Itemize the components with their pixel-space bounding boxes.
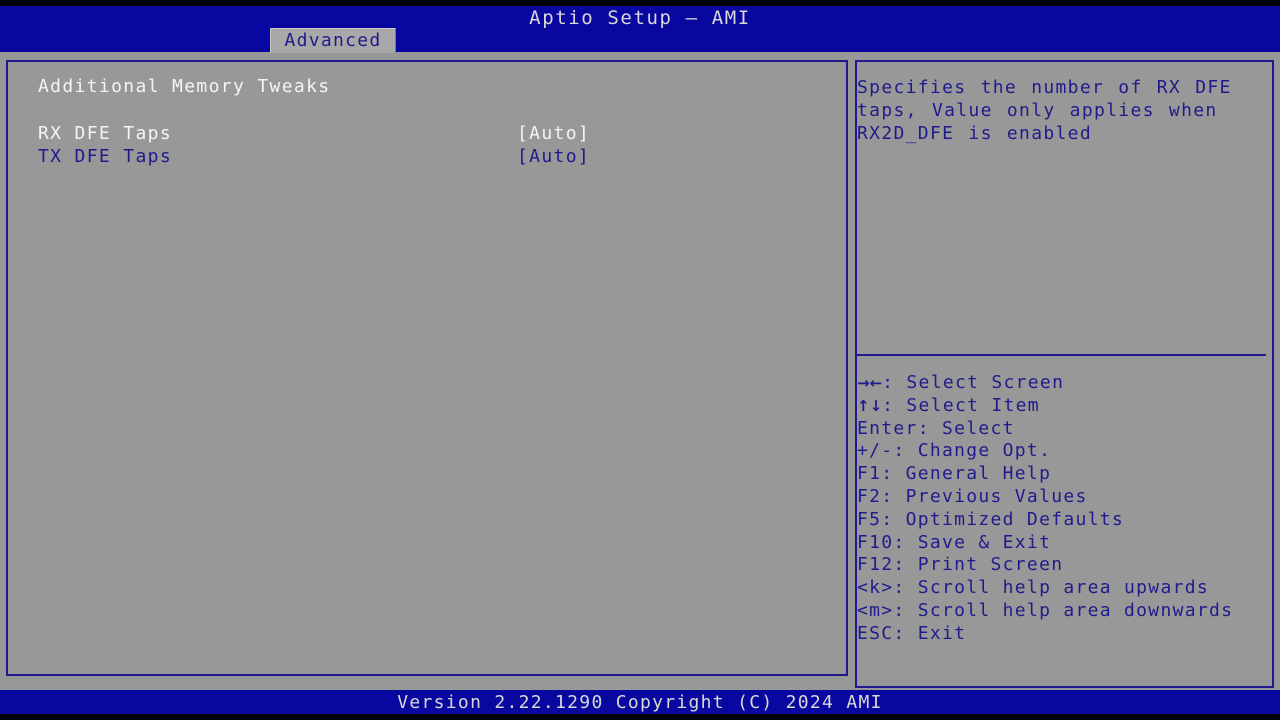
key-name: F1	[857, 463, 881, 484]
settings-option-list: RX DFE Taps [Auto] TX DFE Taps [Auto]	[38, 122, 828, 168]
bios-setup-screen: Aptio Setup – AMI Advanced Additional Me…	[0, 0, 1280, 720]
key-legend-row: Enter: Select	[857, 418, 1266, 441]
key-name: ESC	[857, 623, 893, 644]
page-title: Additional Memory Tweaks	[38, 76, 331, 98]
key-separator: :	[893, 577, 917, 598]
key-separator: :	[881, 486, 905, 507]
key-name: F2	[857, 486, 881, 507]
setting-row[interactable]: RX DFE Taps [Auto]	[38, 122, 828, 145]
key-separator: :	[882, 395, 906, 416]
key-name: Enter	[857, 418, 918, 439]
key-action-label: Scroll help area downwards	[918, 600, 1234, 621]
key-action-label: Change Opt.	[918, 440, 1052, 461]
key-action-label: Exit	[918, 623, 967, 644]
key-name: F12	[857, 554, 893, 575]
key-separator: :	[893, 532, 917, 553]
key-action-label: General Help	[906, 463, 1052, 484]
arrow-vertical-icon: ↑↓	[857, 397, 882, 415]
help-description: Specifies the number of RX DFE taps, Val…	[857, 76, 1257, 145]
key-legend-row: F2: Previous Values	[857, 486, 1266, 509]
key-action-label: Scroll help area upwards	[918, 577, 1209, 598]
setting-label: RX DFE Taps	[38, 122, 172, 145]
key-action-label: Select	[942, 418, 1015, 439]
key-legend-row: +/-: Change Opt.	[857, 440, 1266, 463]
key-legend-row: F12: Print Screen	[857, 554, 1266, 577]
key-name: <m>	[857, 600, 893, 621]
key-legend-row: <m>: Scroll help area downwards	[857, 600, 1266, 623]
key-separator: :	[893, 600, 917, 621]
key-separator: :	[882, 372, 906, 393]
help-panel: Specifies the number of RX DFE taps, Val…	[855, 60, 1274, 688]
key-legend-row: ESC: Exit	[857, 623, 1266, 646]
setting-value[interactable]: [Auto]	[517, 122, 590, 145]
version-footer: Version 2.22.1290 Copyright (C) 2024 AMI	[0, 690, 1280, 714]
key-legend-row: F1: General Help	[857, 463, 1266, 486]
key-name: +/-	[857, 440, 893, 461]
key-name: F5	[857, 509, 881, 530]
app-title: Aptio Setup – AMI	[0, 7, 1280, 29]
key-legend-row: F5: Optimized Defaults	[857, 509, 1266, 532]
tab-advanced-label: Advanced	[271, 29, 395, 53]
key-action-label: Optimized Defaults	[906, 509, 1124, 530]
key-separator: :	[893, 623, 917, 644]
setting-label: TX DFE Taps	[38, 145, 172, 168]
key-legend-row: →←: Select Screen	[857, 372, 1266, 395]
key-name: <k>	[857, 577, 893, 598]
key-separator: :	[881, 463, 905, 484]
key-action-label: Select Screen	[906, 372, 1064, 393]
key-separator: :	[893, 554, 917, 575]
key-legend-list: →←: Select Screen↑↓: Select ItemEnter: S…	[857, 372, 1266, 646]
key-action-label: Select Item	[906, 395, 1040, 416]
help-divider	[857, 354, 1266, 356]
key-name: F10	[857, 532, 893, 553]
key-separator: :	[893, 440, 917, 461]
key-legend-row: <k>: Scroll help area upwards	[857, 577, 1266, 600]
key-separator: :	[918, 418, 942, 439]
bottom-black-strip	[0, 714, 1280, 720]
settings-panel: Additional Memory Tweaks RX DFE Taps [Aut…	[6, 60, 848, 676]
setting-row[interactable]: TX DFE Taps [Auto]	[38, 145, 828, 168]
setting-value[interactable]: [Auto]	[517, 145, 590, 168]
key-action-label: Print Screen	[918, 554, 1064, 575]
tab-advanced[interactable]: Advanced	[270, 28, 396, 53]
arrow-horizontal-icon: →←	[857, 374, 882, 392]
key-legend-row: F10: Save & Exit	[857, 532, 1266, 555]
key-action-label: Save & Exit	[918, 532, 1052, 553]
key-legend-row: ↑↓: Select Item	[857, 395, 1266, 418]
key-action-label: Previous Values	[906, 486, 1088, 507]
key-separator: :	[881, 509, 905, 530]
